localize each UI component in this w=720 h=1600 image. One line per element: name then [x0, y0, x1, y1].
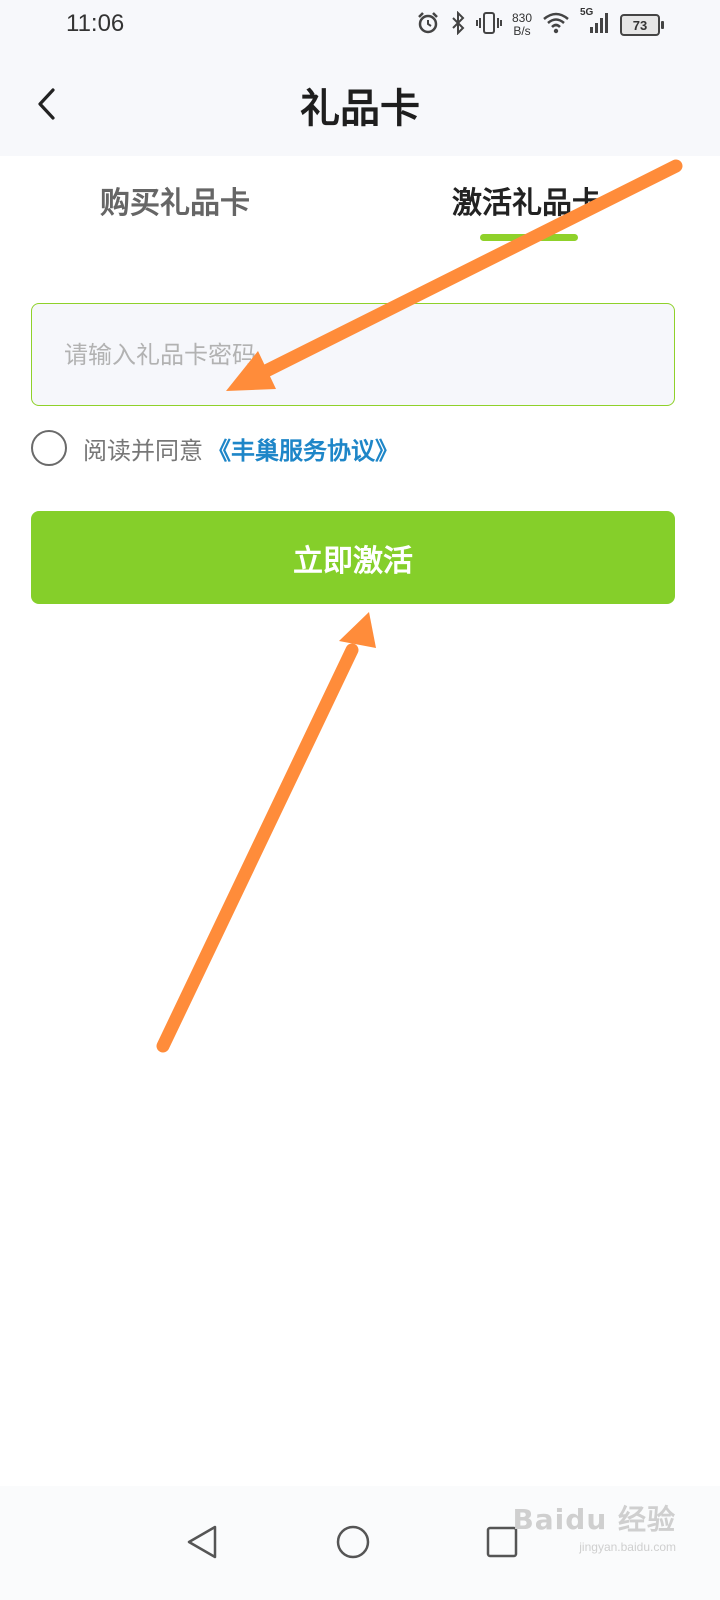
nav-home-button[interactable] — [323, 1512, 383, 1572]
nav-home-icon — [336, 1525, 370, 1559]
tab-bar: 购买礼品卡 激活礼品卡 — [0, 156, 720, 242]
vibrate-icon — [475, 11, 502, 39]
watermark-brand: Baidu 经验 — [512, 1503, 676, 1536]
agree-text: 阅读并同意 — [83, 436, 203, 465]
status-bar: 11:06 830 B/s 5G 73 — [0, 0, 720, 52]
watermark-url: jingyan.baidu.com — [579, 1540, 676, 1554]
agree-checkbox[interactable] — [31, 430, 67, 466]
active-tab-indicator — [480, 234, 578, 241]
gift-card-code-input[interactable] — [32, 304, 674, 405]
network-type: 5G — [580, 7, 594, 18]
wifi-icon — [542, 11, 570, 39]
nav-back-icon — [187, 1525, 217, 1559]
page-title: 礼品卡 — [300, 85, 420, 132]
status-time: 11:06 — [66, 10, 125, 37]
net-speed-unit: B/s — [513, 24, 531, 38]
bluetooth-icon — [450, 10, 466, 39]
tab-activate-gift-card[interactable]: 激活礼品卡 — [452, 178, 602, 238]
net-speed: 830 B/s — [512, 12, 532, 38]
service-agreement-link[interactable]: 《丰巢服务协议》 — [207, 431, 399, 466]
arrow-to-button — [156, 612, 376, 1053]
header: 礼品卡 — [0, 52, 720, 156]
agreement-row: 阅读并同意 《丰巢服务协议》 — [31, 428, 399, 468]
battery-level: 73 — [632, 17, 648, 33]
tab-buy-gift-card[interactable]: 购买礼品卡 — [100, 178, 250, 238]
baidu-watermark: Baidu 经验 jingyan.baidu.com — [512, 1498, 676, 1554]
gift-card-code-field — [31, 303, 675, 406]
battery-icon: 73 — [620, 14, 664, 36]
activate-button[interactable]: 立即激活 — [31, 511, 675, 604]
nav-back-button[interactable] — [172, 1512, 232, 1572]
signal-icon: 5G — [580, 7, 610, 39]
status-icons: 830 B/s 5G 73 — [416, 7, 664, 40]
alarm-icon — [416, 11, 440, 39]
